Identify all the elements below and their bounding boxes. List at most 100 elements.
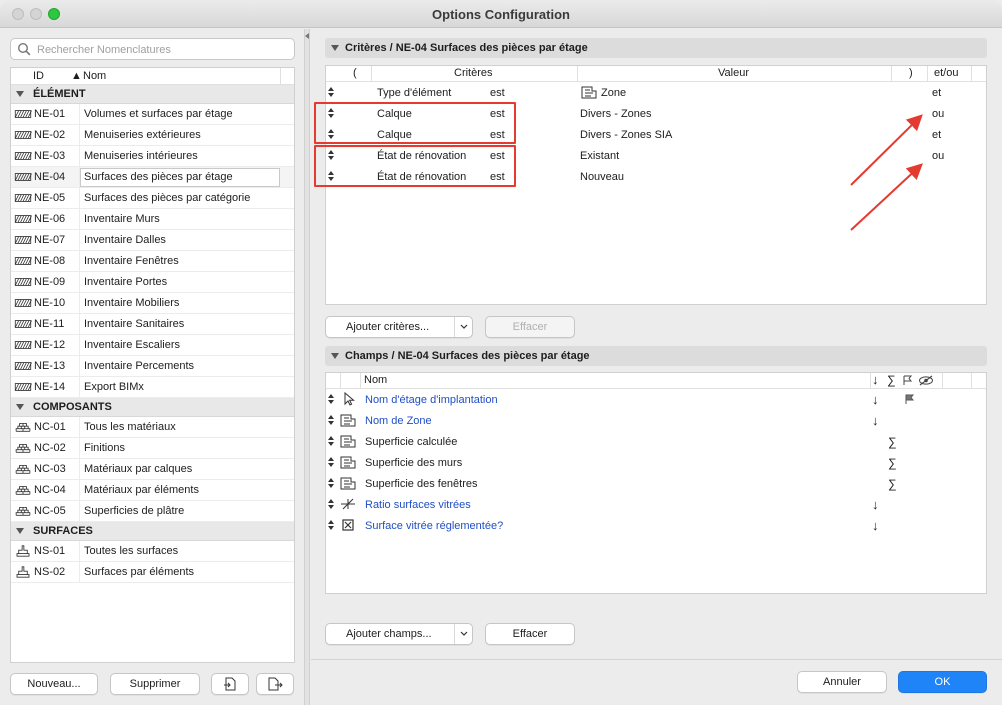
reorder-handle-icon[interactable] — [328, 394, 334, 404]
field-sum[interactable]: ∑ — [888, 435, 897, 449]
list-item[interactable]: NC-04 Matériaux par éléments — [11, 480, 294, 501]
list-item[interactable]: NE-02 Menuiseries extérieures — [11, 125, 294, 146]
list-item[interactable]: NE-05 Surfaces des pièces par catégorie — [11, 188, 294, 209]
column-name-header[interactable]: Nom — [83, 70, 106, 82]
search-box[interactable] — [10, 38, 295, 60]
field-name[interactable]: Superficie des fenêtres — [365, 478, 478, 490]
search-input[interactable] — [37, 42, 287, 57]
add-criteria-label: Ajouter critères... — [346, 321, 430, 333]
list-item[interactable]: NE-13 Inventaire Percements — [11, 356, 294, 377]
list-item[interactable]: NC-03 Matériaux par calques — [11, 459, 294, 480]
field-row[interactable]: Superficie des fenêtres ∑ — [326, 473, 986, 494]
list-item[interactable]: NE-12 Inventaire Escaliers — [11, 335, 294, 356]
field-name[interactable]: Superficie calculée — [365, 436, 457, 448]
disclosure-triangle-icon[interactable] — [16, 404, 24, 410]
new-button[interactable]: Nouveau... — [10, 673, 98, 695]
item-id: NC-03 — [34, 463, 66, 475]
criterion-operator[interactable]: est — [490, 87, 505, 99]
flag-icon[interactable] — [904, 394, 916, 405]
list-item[interactable]: NE-08 Inventaire Fenêtres — [11, 251, 294, 272]
field-sum[interactable]: ∑ — [888, 456, 897, 470]
group-header[interactable]: ÉLÉMENT — [11, 85, 294, 104]
column-divider — [79, 501, 80, 522]
list-item[interactable]: NS-01 Toutes les surfaces — [11, 541, 294, 562]
dropdown-chevron-icon[interactable] — [454, 624, 472, 644]
field-sum[interactable]: ∑ — [888, 477, 897, 491]
reorder-handle-icon[interactable] — [328, 499, 334, 509]
criterion-value[interactable]: Nouveau — [580, 171, 624, 183]
list-item[interactable]: NE-11 Inventaire Sanitaires — [11, 314, 294, 335]
list-item[interactable]: NE-09 Inventaire Portes — [11, 272, 294, 293]
import-button[interactable] — [211, 673, 249, 695]
field-sort[interactable]: ↓ — [872, 518, 879, 533]
field-row[interactable]: Superficie des murs ∑ — [326, 452, 986, 473]
list-item[interactable]: NS-02 Surfaces par éléments — [11, 562, 294, 583]
list-item[interactable]: NC-05 Superficies de plâtre — [11, 501, 294, 522]
field-row[interactable]: Nom de Zone ↓ — [326, 410, 986, 431]
fields-section-title: Champs / NE-04 Surfaces des pièces par é… — [345, 350, 590, 362]
criteria-row[interactable]: Type d'élément est Zone et — [326, 82, 986, 103]
list-item[interactable]: NC-01 Tous les matériaux — [11, 417, 294, 438]
delete-button[interactable]: Supprimer — [110, 673, 200, 695]
list-item[interactable]: NE-07 Inventaire Dalles — [11, 230, 294, 251]
field-sort[interactable]: ↓ — [872, 392, 879, 407]
export-button[interactable] — [256, 673, 294, 695]
disclosure-triangle-icon[interactable] — [16, 528, 24, 534]
list-item[interactable]: NE-03 Menuiseries intérieures — [11, 146, 294, 167]
reorder-handle-icon[interactable] — [328, 415, 334, 425]
reorder-handle-icon[interactable] — [328, 87, 334, 97]
list-item[interactable]: NE-14 Export BIMx — [11, 377, 294, 398]
cancel-button[interactable]: Annuler — [797, 671, 887, 693]
field-name[interactable]: Superficie des murs — [365, 457, 462, 469]
list-item[interactable]: NC-02 Finitions — [11, 438, 294, 459]
column-id-header[interactable]: ID — [33, 70, 44, 82]
field-row[interactable]: Superficie calculée ∑ — [326, 431, 986, 452]
group-header[interactable]: SURFACES — [11, 522, 294, 541]
criterion-andor[interactable]: ou — [932, 150, 944, 162]
column-divider — [79, 272, 80, 293]
reorder-handle-icon[interactable] — [328, 478, 334, 488]
field-row[interactable]: Ratio surfaces vitrées ↓ — [326, 494, 986, 515]
clear-criteria-button[interactable]: Effacer — [485, 316, 575, 338]
list-item[interactable]: NE-01 Volumes et surfaces par étage — [11, 104, 294, 125]
zone-icon — [340, 456, 356, 469]
criterion-name[interactable]: Type d'élément — [377, 87, 451, 99]
criterion-andor[interactable]: et — [932, 87, 941, 99]
reorder-handle-icon[interactable] — [328, 520, 334, 530]
item-id: NE-12 — [34, 339, 66, 351]
add-fields-button[interactable]: Ajouter champs... — [325, 623, 473, 645]
collapse-arrow-icon[interactable] — [305, 33, 309, 39]
reorder-handle-icon[interactable] — [328, 436, 334, 446]
list-item[interactable]: NE-06 Inventaire Murs — [11, 209, 294, 230]
field-sort[interactable]: ↓ — [872, 497, 879, 512]
field-row[interactable]: Surface vitrée réglementée? ↓ — [326, 515, 986, 536]
ok-button[interactable]: OK — [898, 671, 987, 693]
criterion-value[interactable]: Zone — [601, 87, 626, 99]
field-name[interactable]: Ratio surfaces vitrées — [365, 499, 471, 511]
field-row[interactable]: Nom d'étage d'implantation ↓ — [326, 389, 986, 410]
field-sort[interactable]: ↓ — [872, 413, 879, 428]
clear-fields-button[interactable]: Effacer — [485, 623, 575, 645]
group-header[interactable]: COMPOSANTS — [11, 398, 294, 417]
criteria-section-header[interactable]: Critères / NE-04 Surfaces des pièces par… — [325, 38, 987, 58]
field-name[interactable]: Nom d'étage d'implantation — [365, 394, 498, 406]
field-name[interactable]: Surface vitrée réglementée? — [365, 520, 503, 532]
disclosure-triangle-icon[interactable] — [16, 91, 24, 97]
reorder-handle-icon[interactable] — [328, 457, 334, 467]
criterion-andor[interactable]: et — [932, 129, 941, 141]
dropdown-chevron-icon[interactable] — [454, 317, 472, 337]
criterion-value[interactable]: Existant — [580, 150, 619, 162]
criterion-value[interactable]: Divers - Zones SIA — [580, 129, 672, 141]
item-name: Surfaces des pièces par catégorie — [84, 192, 251, 204]
criterion-andor[interactable]: ou — [932, 108, 944, 120]
split-view-divider[interactable] — [304, 29, 310, 705]
hatch-icon — [14, 194, 32, 202]
criterion-value[interactable]: Divers - Zones — [580, 108, 652, 120]
add-criteria-button[interactable]: Ajouter critères... — [325, 316, 473, 338]
field-name[interactable]: Nom de Zone — [365, 415, 432, 427]
list-item[interactable]: NE-04 Surfaces des pièces par étage — [11, 167, 294, 188]
item-name: Inventaire Murs — [84, 213, 160, 225]
fields-section-header[interactable]: Champs / NE-04 Surfaces des pièces par é… — [325, 346, 987, 366]
item-id: NE-01 — [34, 108, 66, 120]
list-item[interactable]: NE-10 Inventaire Mobiliers — [11, 293, 294, 314]
